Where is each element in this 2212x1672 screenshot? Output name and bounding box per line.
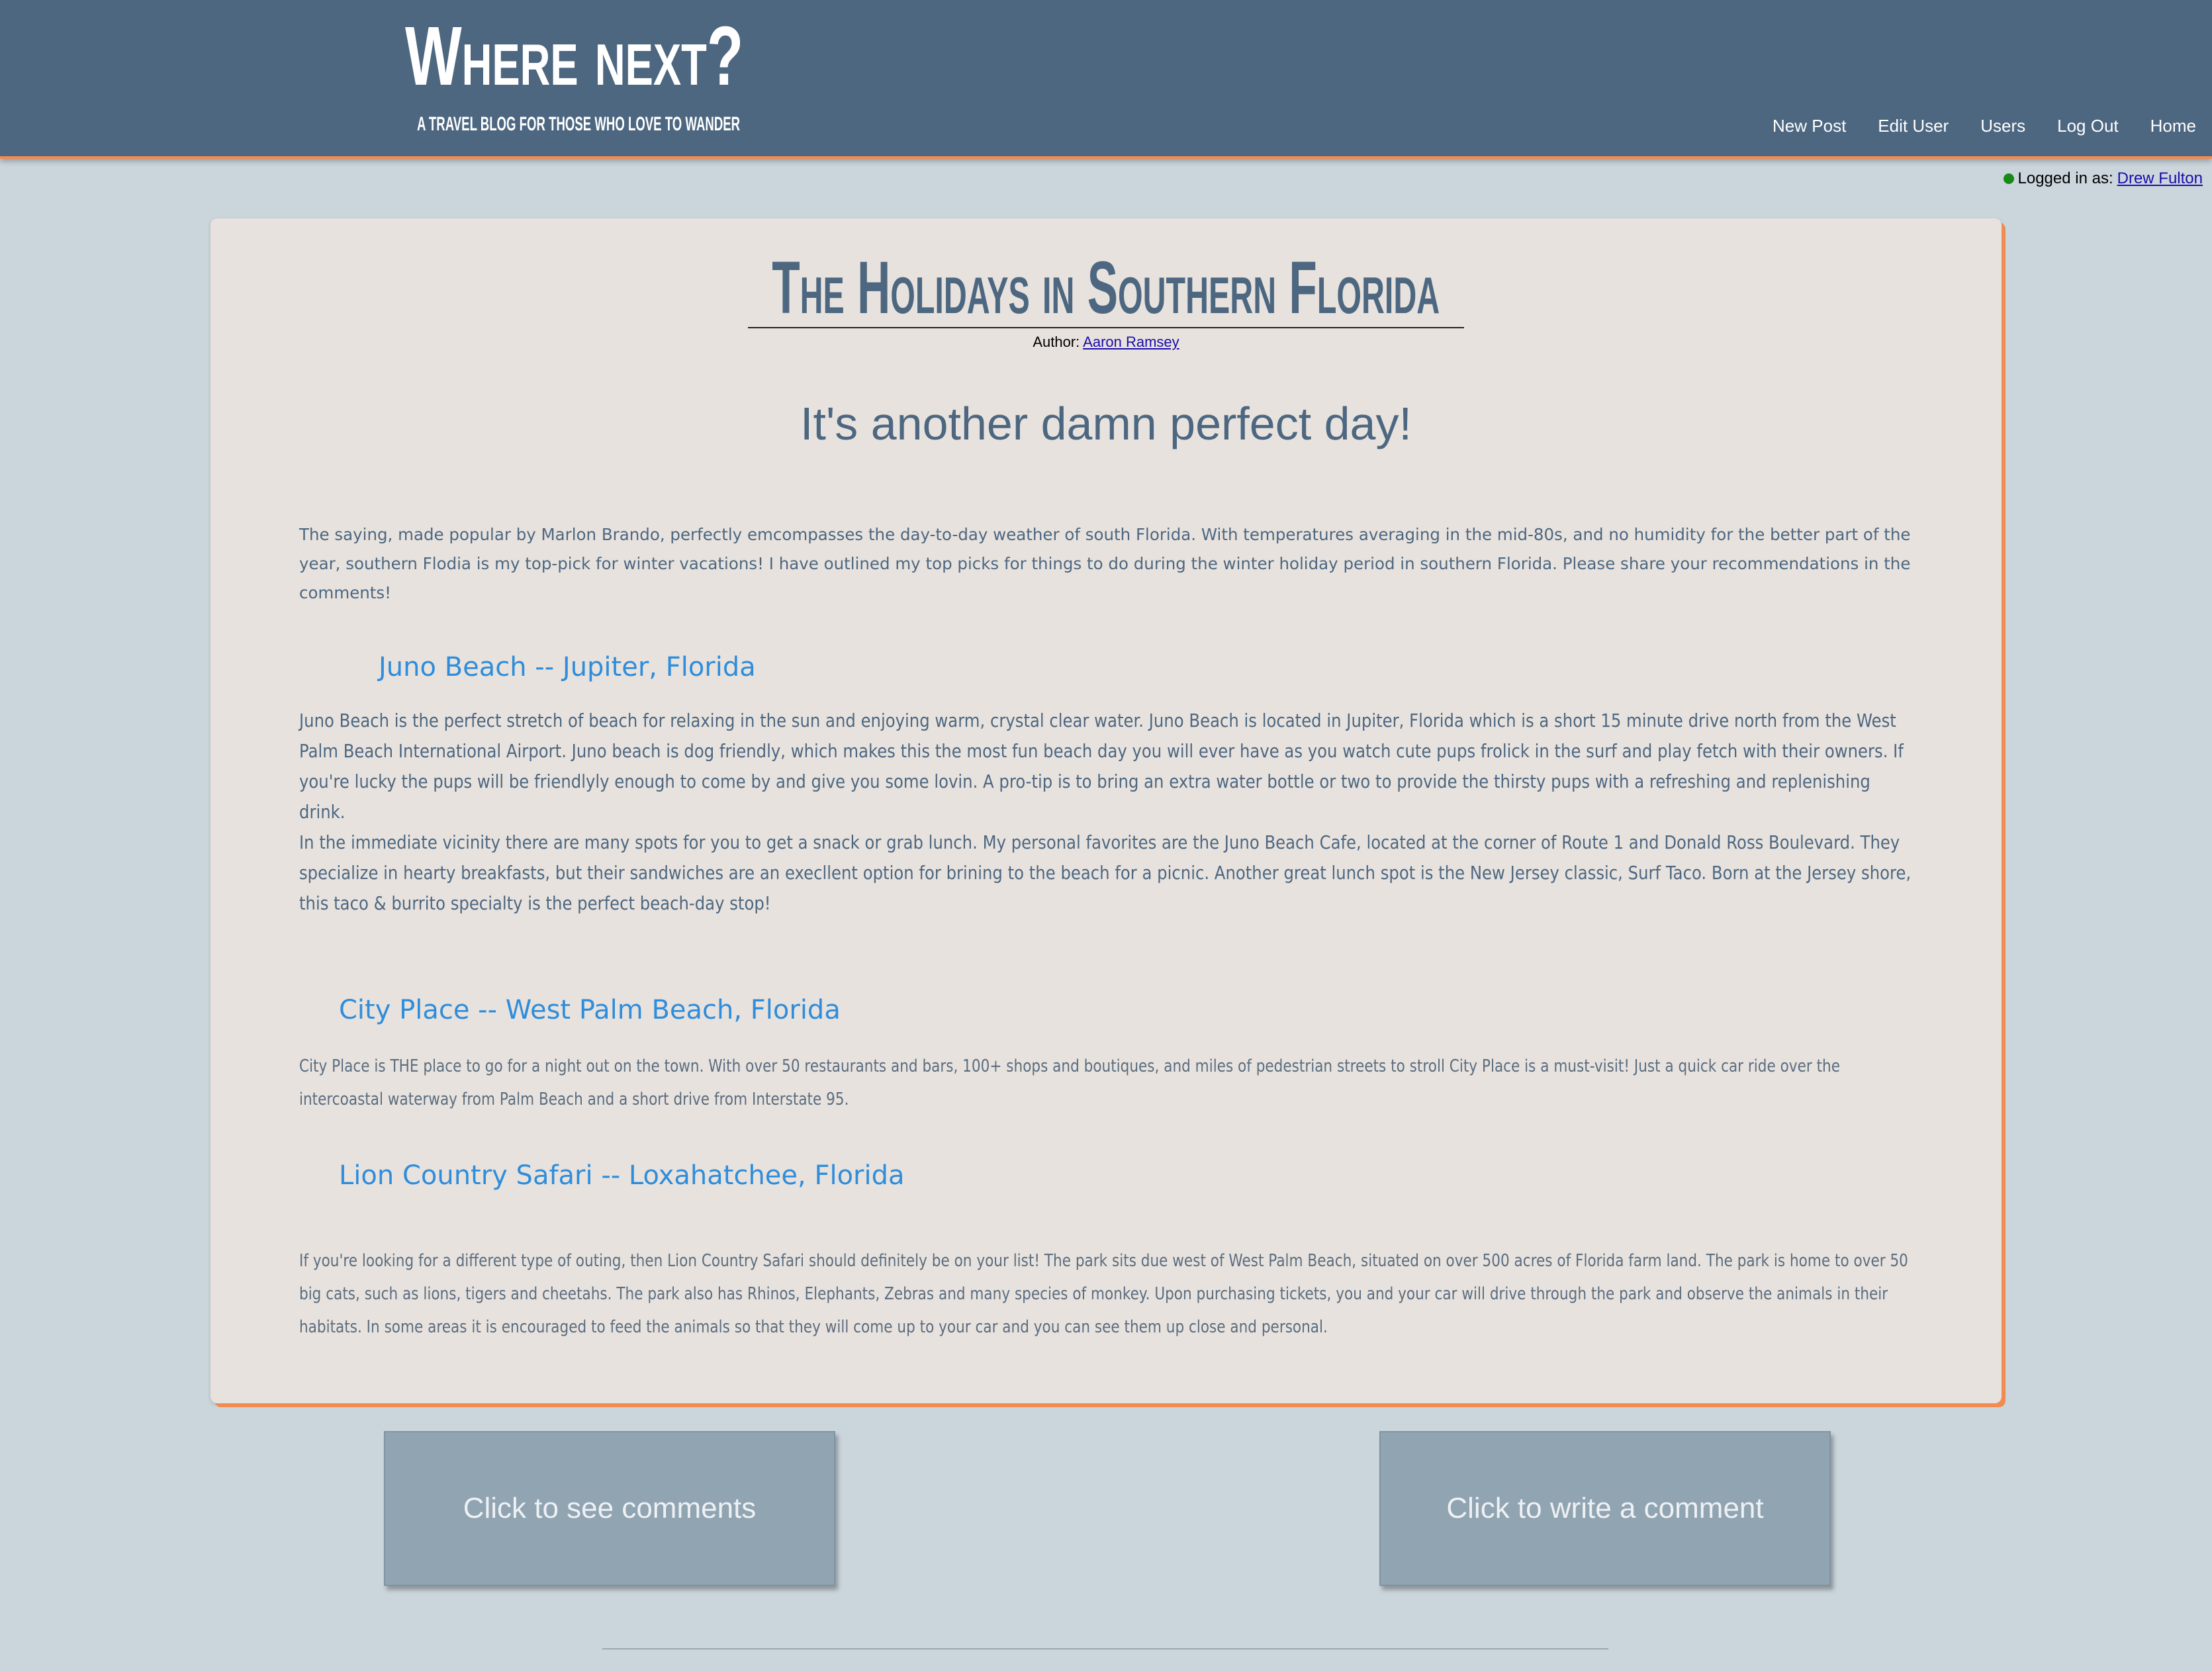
nav-log-out[interactable]: Log Out — [2057, 113, 2119, 139]
section-heading-lion-country-safari: Lion Country Safari -- Loxahatchee, Flor… — [339, 1160, 905, 1191]
online-status-icon — [2003, 173, 2014, 184]
site-tagline: A travel blog for those who love to wand… — [417, 113, 741, 135]
section-heading-city-place: City Place -- West Palm Beach, Florida — [339, 995, 841, 1025]
write-comment-button[interactable]: Click to write a comment — [1379, 1431, 1831, 1586]
author-label: Author: — [1033, 334, 1080, 350]
section-paragraph-lion-country-safari: If you're looking for a different type o… — [299, 1251, 1908, 1337]
section-paragraph-juno-beach-2: In the immediate vicinity there are many… — [299, 832, 1912, 914]
footer-divider — [602, 1648, 1608, 1649]
nav-edit-user[interactable]: Edit User — [1878, 113, 1949, 139]
nav-home[interactable]: Home — [2150, 113, 2196, 139]
post-intro: The saying, made popular by Marlon Brand… — [299, 525, 1911, 602]
logged-in-user-link[interactable]: Drew Fulton — [2117, 169, 2203, 188]
post-subtitle: It's another damn perfect day! — [800, 398, 1412, 449]
see-comments-button[interactable]: Click to see comments — [384, 1431, 835, 1586]
section-paragraph-city-place: City Place is THE place to go for a nigh… — [299, 1056, 1840, 1109]
nav-users[interactable]: Users — [1980, 113, 2025, 139]
post-card: The Holidays in Southern Florida Author:… — [210, 218, 2002, 1403]
post-title-text: The Holidays in Southern Florida — [772, 246, 1440, 329]
nav-new-post[interactable]: New Post — [1773, 113, 1846, 139]
post-title: The Holidays in Southern Florida — [210, 238, 2002, 338]
login-label: Logged in as: — [2017, 169, 2113, 187]
title-divider — [748, 327, 1464, 328]
main-nav: New Post Edit User Users Log Out Home — [1773, 113, 2212, 139]
site-header: Where next? A travel blog for those who … — [0, 0, 2212, 159]
section-paragraph-juno-beach-1: Juno Beach is the perfect stretch of bea… — [299, 710, 1904, 823]
site-title[interactable]: Where next? — [405, 7, 743, 106]
author-line: Author: Aaron Ramsey — [210, 332, 2002, 352]
section-heading-juno-beach: Juno Beach -- Jupiter, Florida — [379, 652, 756, 682]
login-status: Logged in as: Drew Fulton — [2003, 169, 2203, 188]
author-link[interactable]: Aaron Ramsey — [1083, 334, 1179, 350]
